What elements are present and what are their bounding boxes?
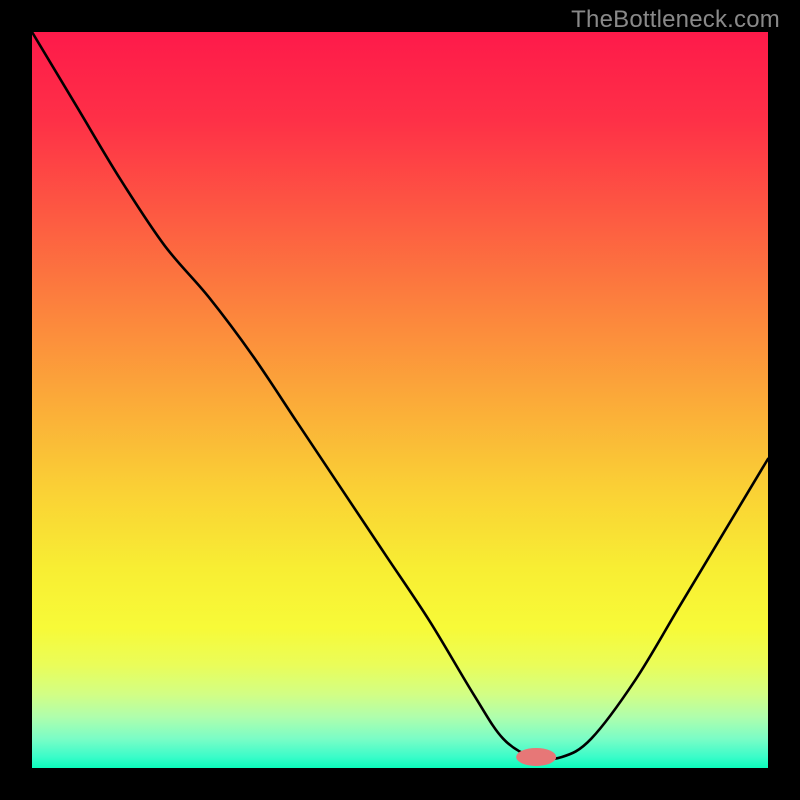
optimum-marker	[516, 748, 556, 766]
plot-background	[32, 32, 768, 768]
chart-container: { "watermark": "TheBottleneck.com", "gra…	[0, 0, 800, 800]
watermark-text: TheBottleneck.com	[571, 6, 780, 34]
chart-svg	[0, 0, 800, 800]
